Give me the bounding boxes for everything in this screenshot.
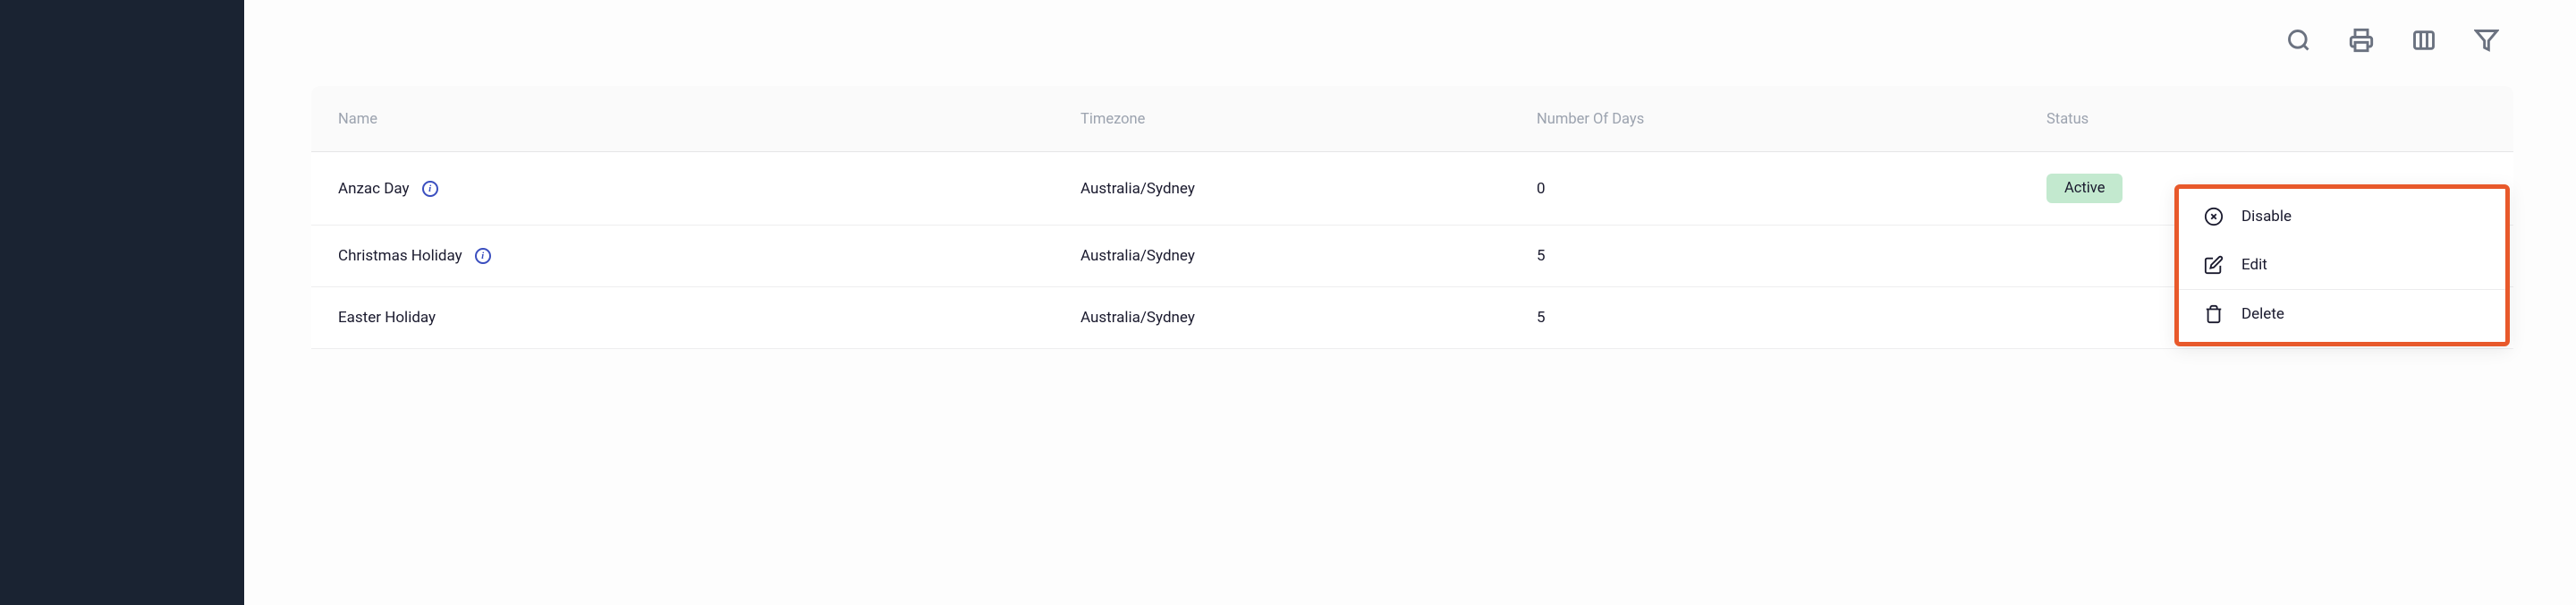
edit-icon: [2204, 255, 2224, 275]
menu-item-edit[interactable]: Edit: [2179, 241, 2505, 289]
column-header-status[interactable]: Status: [2046, 111, 2487, 128]
columns-icon[interactable]: [2411, 27, 2437, 54]
search-icon[interactable]: [2285, 27, 2312, 54]
row-name: Easter Holiday: [338, 309, 436, 327]
sidebar: [0, 0, 244, 605]
row-timezone: Australia/Sydney: [1080, 247, 1537, 265]
disable-icon: [2204, 207, 2224, 226]
menu-item-disable[interactable]: Disable: [2179, 192, 2505, 241]
main-content: Name Timezone Number Of Days Status Anza…: [244, 0, 2576, 605]
column-header-days[interactable]: Number Of Days: [1537, 111, 2046, 128]
row-days: 5: [1537, 247, 2046, 265]
row-timezone: Australia/Sydney: [1080, 309, 1537, 327]
trash-icon: [2204, 304, 2224, 324]
info-icon[interactable]: i: [475, 248, 491, 264]
row-days: 0: [1537, 180, 2046, 198]
print-icon[interactable]: [2348, 27, 2375, 54]
info-icon[interactable]: i: [422, 181, 438, 197]
table-header: Name Timezone Number Of Days Status: [311, 86, 2513, 152]
column-header-timezone[interactable]: Timezone: [1080, 111, 1537, 128]
row-name: Anzac Day: [338, 180, 410, 198]
action-menu: Disable Edit Delete: [2174, 184, 2510, 346]
filter-icon[interactable]: [2473, 27, 2500, 54]
menu-label: Disable: [2241, 208, 2292, 226]
menu-label: Delete: [2241, 305, 2284, 323]
toolbar: [311, 0, 2513, 86]
row-name: Christmas Holiday: [338, 247, 462, 265]
column-header-name[interactable]: Name: [338, 111, 1080, 128]
menu-label: Edit: [2241, 256, 2267, 274]
row-timezone: Australia/Sydney: [1080, 180, 1537, 198]
menu-item-delete[interactable]: Delete: [2179, 290, 2505, 338]
row-days: 5: [1537, 309, 2046, 327]
status-badge: Active: [2046, 174, 2123, 203]
